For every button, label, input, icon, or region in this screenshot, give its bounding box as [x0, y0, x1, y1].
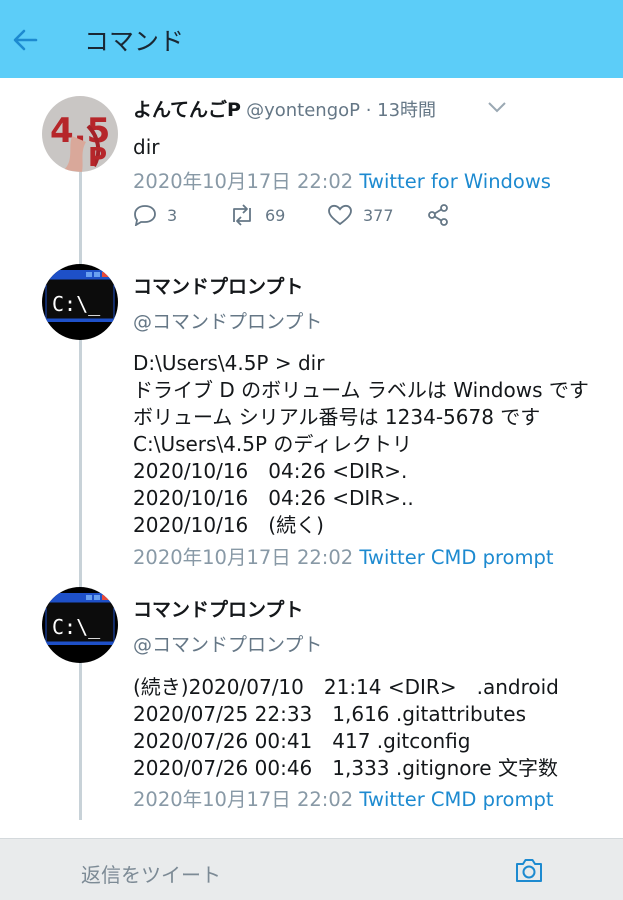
like-count: 377 [363, 205, 394, 225]
svg-text:C:\_: C:\_ [52, 292, 101, 316]
reply-count: 3 [167, 205, 178, 225]
app-header: コマンド [0, 0, 623, 78]
tweet-line: 2020/10/16 04:26 <DIR>. [133, 459, 408, 483]
heart-icon [328, 204, 352, 226]
display-name[interactable]: コマンドプロンプト [133, 276, 303, 298]
tweet-actions: 3 69 377 [133, 200, 463, 230]
display-name[interactable]: コマンドプロンプト [133, 599, 303, 621]
tweet-line: ボリューム シリアル番号は 1234-5678 です [133, 405, 541, 429]
timestamp: 2020年10月17日 22:02 [133, 546, 354, 569]
tweet-line: dir [133, 135, 160, 159]
tweet-text: D:\Users\4.5P > dir ドライブ D のボリューム ラベルは W… [133, 350, 589, 539]
cmd-avatar-image: C:\_ [42, 264, 118, 340]
reply-input[interactable]: 返信をツイート [81, 859, 221, 888]
chevron-down-icon[interactable] [487, 100, 507, 114]
retweet-icon [233, 204, 251, 226]
tweet-line: D:\Users\4.5P > dir [133, 351, 325, 375]
share-icon [428, 204, 448, 226]
tweet-line: (続き)2020/07/10 21:14 <DIR> .android [133, 675, 559, 699]
avatar[interactable]: 4.5 P [42, 96, 118, 172]
avatar[interactable]: C:\_ [42, 587, 118, 663]
tweet-meta: 2020年10月17日 22:02 Twitter CMD prompt [133, 544, 553, 572]
source-link[interactable]: Twitter for Windows [359, 170, 551, 193]
reply-button[interactable]: 3 [133, 200, 177, 230]
arrow-left-icon[interactable] [12, 27, 38, 53]
page-title: コマンド [84, 27, 185, 56]
tweet-text: dir [133, 134, 159, 161]
timestamp: 2020年10月17日 22:02 [133, 788, 354, 811]
user-handle[interactable]: @コマンドプロンプト [133, 311, 322, 333]
like-button[interactable]: 377 [327, 200, 394, 230]
source-link[interactable]: Twitter CMD prompt [359, 546, 553, 569]
user-handle[interactable]: @yontengoP · 13時間 [246, 100, 436, 121]
timestamp: 2020年10月17日 22:02 [133, 170, 354, 193]
tweet-header: コマンドプロンプト [133, 272, 303, 302]
cmd-avatar-image: C:\_ [42, 587, 118, 663]
tweet-text: (続き)2020/07/10 21:14 <DIR> .android 2020… [133, 674, 559, 782]
tweet-line: 2020/10/16 (続く) [133, 513, 324, 537]
tweet-line: ドライブ D のボリューム ラベルは Windows です [133, 378, 589, 402]
source-link[interactable]: Twitter CMD prompt [359, 788, 553, 811]
tweet-header: コマンドプロンプト [133, 595, 303, 625]
svg-text:C:\_: C:\_ [52, 615, 101, 639]
camera-icon[interactable] [513, 855, 545, 885]
svg-text:P: P [88, 143, 107, 172]
handle-row: @コマンドプロンプト [133, 630, 322, 660]
avatar[interactable]: C:\_ [42, 264, 118, 340]
tweet-header: よんてんごP @yontengoP · 13時間 [133, 95, 436, 125]
tweet-line: 2020/07/26 00:41 417 .gitconfig [133, 729, 471, 753]
tweet-line: 2020/07/26 00:46 1,333 .gitignore 文字数 [133, 756, 558, 780]
handle-row: @コマンドプロンプト [133, 307, 322, 337]
tweet-line: 2020/07/25 22:33 1,616 .gitattributes [133, 702, 526, 726]
display-name[interactable]: よんてんごP [133, 99, 241, 121]
tweet-meta: 2020年10月17日 22:02 Twitter for Windows [133, 168, 551, 196]
avatar-image: 4.5 P [42, 96, 118, 172]
retweet-button[interactable]: 69 [229, 200, 285, 230]
tweet-line: C:\Users\4.5P のディレクトリ [133, 432, 413, 456]
retweet-count: 69 [265, 205, 286, 225]
tweet-line: 2020/10/16 04:26 <DIR>.. [133, 486, 414, 510]
reply-bar: 返信をツイート [0, 838, 623, 900]
user-handle[interactable]: @コマンドプロンプト [133, 634, 322, 656]
share-button[interactable] [427, 200, 449, 230]
tweet-meta: 2020年10月17日 22:02 Twitter CMD prompt [133, 786, 553, 814]
reply-icon [134, 205, 156, 226]
